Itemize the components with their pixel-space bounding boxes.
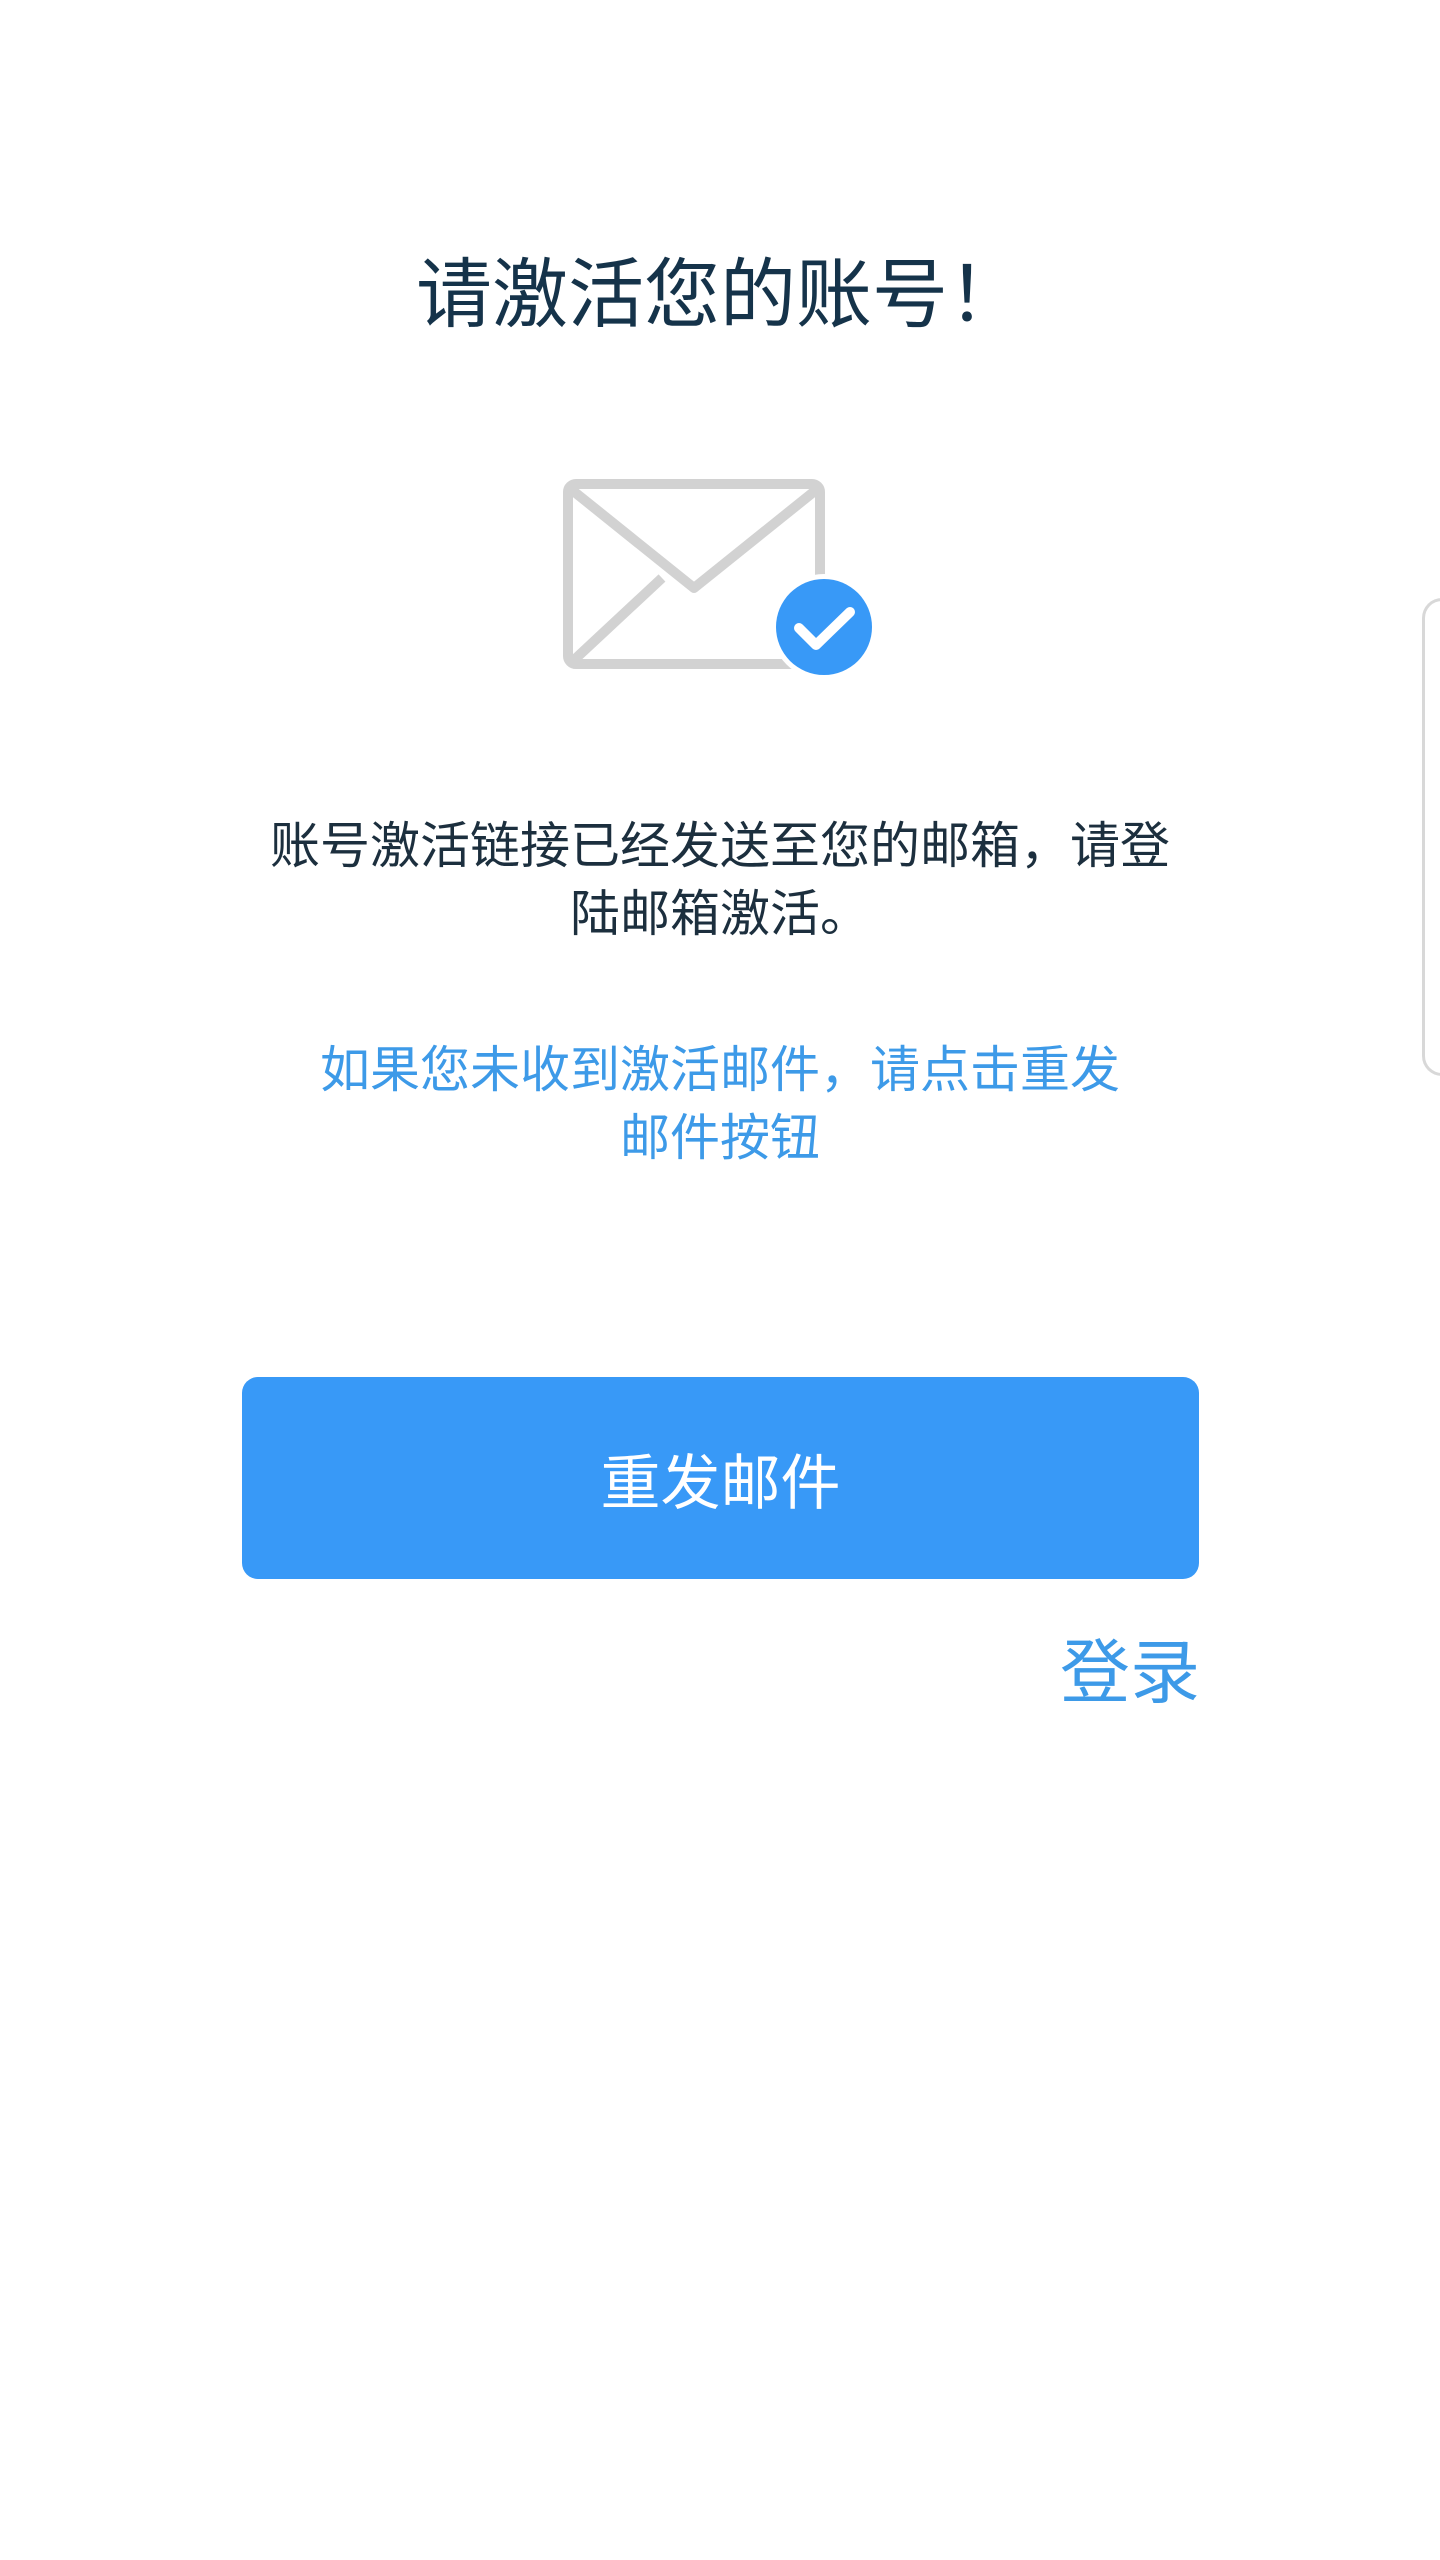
mail-sent-icon [563, 479, 877, 680]
resend-email-button[interactable]: 重发邮件 [242, 1377, 1199, 1579]
check-badge-icon [771, 574, 877, 680]
login-link[interactable]: 登录 [1060, 1628, 1200, 1718]
page-title: 请激活您的账号！ [416, 250, 1024, 339]
edge-panel-handle[interactable] [1422, 598, 1440, 1076]
activation-info-text: 账号激活链接已经发送至您的邮箱，请登陆邮箱激活。 [270, 817, 1170, 943]
resend-hint-text: 如果您未收到激活邮件，请点击重发邮件按钮 [320, 1041, 1120, 1167]
